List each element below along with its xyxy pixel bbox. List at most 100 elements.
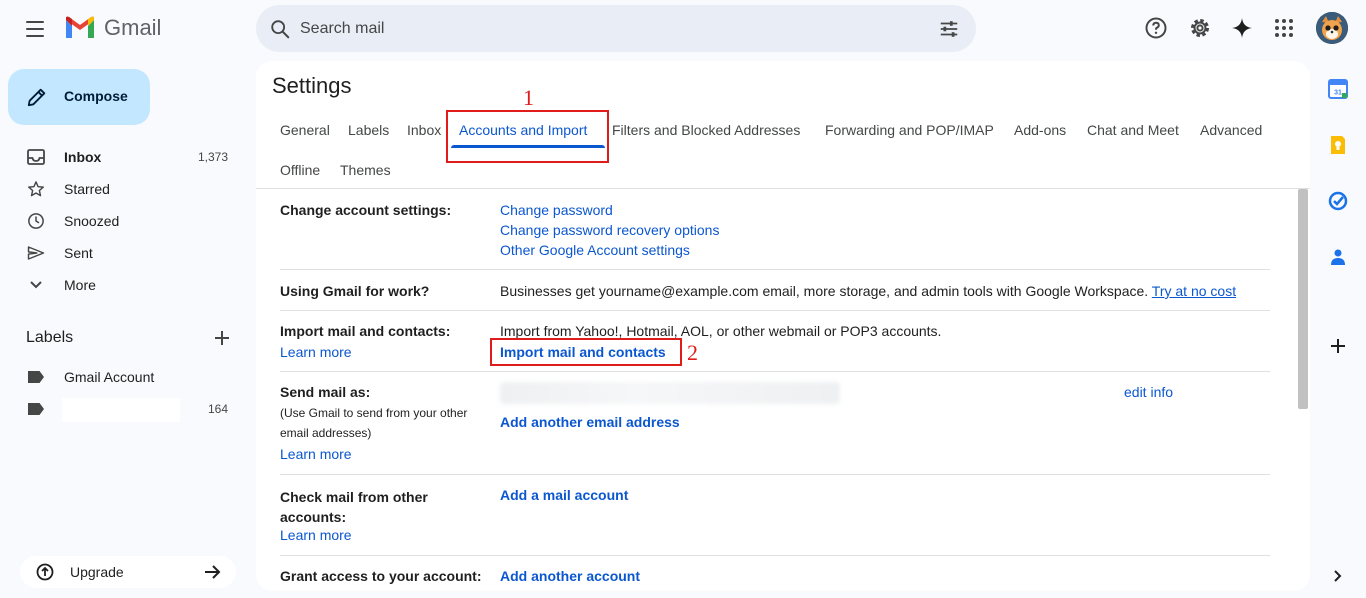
- add-another-account-link[interactable]: Add another account: [500, 568, 640, 584]
- page-title: Settings: [272, 73, 352, 98]
- tab-chat-and-meet[interactable]: Chat and Meet: [1087, 122, 1179, 138]
- support-button[interactable]: [1142, 14, 1170, 42]
- main-menu-button[interactable]: [24, 20, 46, 38]
- search-options-icon[interactable]: [938, 18, 960, 40]
- compose-button[interactable]: Compose: [8, 69, 150, 125]
- show-side-panel-button[interactable]: [1326, 564, 1350, 588]
- sparkle-icon: [1232, 18, 1252, 38]
- search-icon[interactable]: [269, 18, 291, 40]
- svg-text:31: 31: [1334, 90, 1342, 97]
- annotation-label-1: 1: [523, 85, 534, 110]
- gmail-for-work-label: Using Gmail for work?: [280, 283, 430, 299]
- contacts-icon: [1331, 249, 1345, 265]
- sidebar-item-sent[interactable]: Sent: [0, 237, 240, 269]
- annotation-label-2: 2: [687, 340, 698, 365]
- gmail-logo-text: Gmail: [104, 15, 162, 40]
- clock-icon: [26, 212, 46, 230]
- sidebar-item-snoozed[interactable]: Snoozed: [0, 205, 240, 237]
- gear-icon: [1191, 19, 1209, 37]
- search-bar[interactable]: [256, 5, 976, 52]
- try-at-no-cost-link[interactable]: Try at no cost: [1152, 283, 1236, 299]
- apps-button[interactable]: [1270, 14, 1298, 42]
- sidebar-label-gmail-account[interactable]: Gmail Account: [0, 361, 240, 393]
- keep-app-button[interactable]: [1326, 133, 1350, 157]
- account-avatar[interactable]: [1316, 12, 1348, 44]
- menu-line: [26, 21, 44, 23]
- tab-add-ons[interactable]: Add-ons: [1014, 122, 1066, 138]
- tab-offline[interactable]: Offline: [280, 162, 320, 178]
- import-label: Import mail and contacts:: [280, 323, 451, 339]
- row-divider: [280, 371, 1270, 372]
- sidebar-item-more[interactable]: More: [0, 269, 240, 301]
- upgrade-label: Upgrade: [70, 564, 124, 580]
- get-add-ons-button[interactable]: [1326, 334, 1350, 358]
- google-account-settings-link[interactable]: Other Google Account settings: [500, 242, 690, 258]
- redacted-email-address: [500, 382, 840, 404]
- workspace-promo-text: Businesses get yourname@example.com emai…: [500, 283, 1236, 299]
- unread-count: 1,373: [197, 150, 228, 164]
- help-icon: [1145, 17, 1167, 39]
- avatar-image-icon: [1316, 12, 1348, 44]
- star-icon: [26, 180, 46, 198]
- tab-forwarding[interactable]: Forwarding and POP/IMAP: [825, 122, 994, 138]
- search-input[interactable]: [300, 5, 900, 52]
- edit-info-link[interactable]: edit info: [1124, 384, 1173, 400]
- annotation-box-2: [490, 338, 682, 366]
- plus-icon[interactable]: [212, 328, 232, 348]
- sidebar-item-label: Gmail Account: [64, 369, 155, 385]
- import-learn-more-link[interactable]: Learn more: [280, 344, 352, 360]
- scrollbar-thumb[interactable]: [1298, 189, 1308, 409]
- send-as-learn-more-link[interactable]: Learn more: [280, 446, 352, 462]
- tasks-app-button[interactable]: [1326, 189, 1350, 213]
- plus-icon: [1331, 339, 1345, 353]
- gmail-logo[interactable]: Gmail: [64, 15, 161, 41]
- gemini-button[interactable]: [1228, 14, 1256, 42]
- chevron-right-icon: [1334, 570, 1342, 582]
- label-tag-icon: [26, 400, 46, 418]
- row-divider: [280, 310, 1270, 311]
- tab-filters[interactable]: Filters and Blocked Addresses: [612, 122, 800, 138]
- contacts-app-button[interactable]: [1326, 245, 1350, 269]
- compose-label: Compose: [64, 88, 128, 104]
- change-password-link[interactable]: Change password: [500, 202, 613, 218]
- inbox-icon: [26, 148, 46, 166]
- labels-heading: Labels: [26, 329, 74, 346]
- tab-labels[interactable]: Labels: [348, 122, 389, 138]
- recovery-options-link[interactable]: Change password recovery options: [500, 222, 719, 238]
- send-icon: [26, 244, 46, 262]
- settings-button[interactable]: [1186, 14, 1214, 42]
- add-mail-account-link[interactable]: Add a mail account: [500, 487, 628, 503]
- tab-advanced[interactable]: Advanced: [1200, 122, 1262, 138]
- row-divider: [280, 555, 1270, 556]
- sidebar-item-inbox[interactable]: Inbox 1,373: [0, 141, 240, 173]
- calendar-icon: 31: [1328, 79, 1348, 99]
- arrow-right-icon: [205, 565, 221, 579]
- check-mail-learn-more-link[interactable]: Learn more: [280, 527, 352, 543]
- sidebar-item-label: Inbox: [64, 149, 102, 165]
- tab-themes[interactable]: Themes: [340, 162, 391, 178]
- check-mail-label: Check mail from other accounts:: [280, 489, 428, 525]
- menu-line: [26, 28, 44, 30]
- settings-panel: Settings General Labels Inbox Accounts a…: [256, 61, 1310, 591]
- calendar-app-button[interactable]: 31: [1326, 77, 1350, 101]
- tasks-icon: [1328, 191, 1348, 211]
- upgrade-circle-icon: [36, 563, 54, 581]
- pencil-icon: [27, 88, 46, 107]
- label-tag-icon: [26, 368, 46, 386]
- sidebar-item-starred[interactable]: Starred: [0, 173, 240, 205]
- import-description: Import from Yahoo!, Hotmail, AOL, or oth…: [500, 323, 942, 339]
- sidebar-item-label: Snoozed: [64, 213, 120, 229]
- redacted-label-name: [62, 398, 180, 422]
- send-mail-as-label: Send mail as:: [280, 384, 371, 400]
- upgrade-button[interactable]: Upgrade: [20, 556, 236, 588]
- tab-general[interactable]: General: [280, 122, 330, 138]
- send-mail-as-note: (Use Gmail to send from your other email…: [280, 406, 468, 440]
- add-another-email-link[interactable]: Add another email address: [500, 414, 680, 430]
- unread-count: 164: [207, 402, 228, 416]
- gmail-m-icon: [66, 16, 94, 38]
- sidebar-item-label: Sent: [64, 245, 93, 261]
- tab-inbox[interactable]: Inbox: [407, 122, 441, 138]
- annotation-box-1: [446, 110, 609, 163]
- change-account-label: Change account settings:: [280, 202, 452, 218]
- menu-line: [26, 35, 44, 37]
